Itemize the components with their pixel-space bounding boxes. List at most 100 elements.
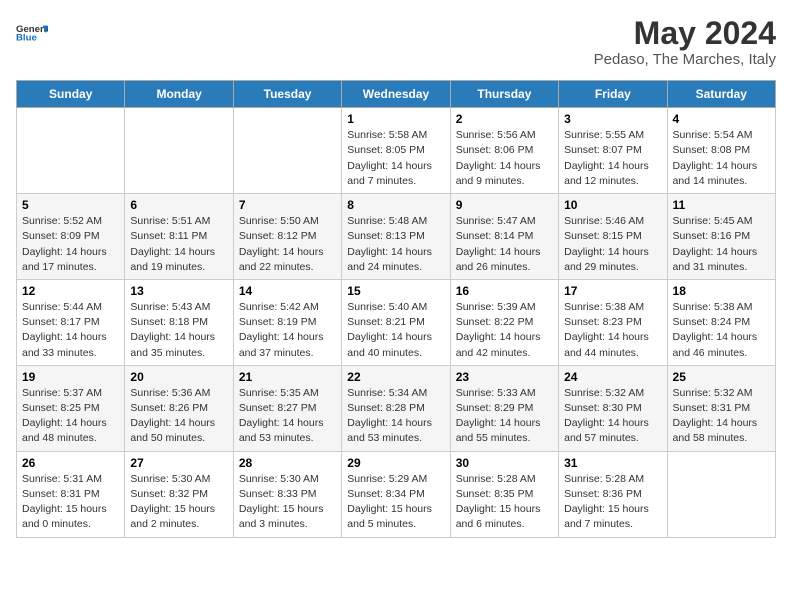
dow-header: Wednesday xyxy=(342,81,450,108)
day-number: 18 xyxy=(673,284,770,298)
day-number: 20 xyxy=(130,370,227,384)
calendar-cell: 29 Sunrise: 5:29 AM Sunset: 8:34 PM Dayli… xyxy=(342,451,450,537)
day-number: 27 xyxy=(130,456,227,470)
day-number: 15 xyxy=(347,284,444,298)
svg-text:Blue: Blue xyxy=(16,33,37,44)
calendar-cell: 12 Sunrise: 5:44 AM Sunset: 8:17 PM Dayli… xyxy=(17,279,125,365)
calendar-table: SundayMondayTuesdayWednesdayThursdayFrid… xyxy=(16,80,776,537)
calendar-cell: 10 Sunrise: 5:46 AM Sunset: 8:15 PM Dayli… xyxy=(559,194,667,280)
calendar-cell: 26 Sunrise: 5:31 AM Sunset: 8:31 PM Dayli… xyxy=(17,451,125,537)
calendar-cell: 11 Sunrise: 5:45 AM Sunset: 8:16 PM Dayli… xyxy=(667,194,775,280)
day-info: Sunrise: 5:47 AM Sunset: 8:14 PM Dayligh… xyxy=(456,214,553,275)
day-info: Sunrise: 5:35 AM Sunset: 8:27 PM Dayligh… xyxy=(239,386,336,447)
calendar-cell: 4 Sunrise: 5:54 AM Sunset: 8:08 PM Daylig… xyxy=(667,108,775,194)
calendar-cell: 1 Sunrise: 5:58 AM Sunset: 8:05 PM Daylig… xyxy=(342,108,450,194)
day-info: Sunrise: 5:45 AM Sunset: 8:16 PM Dayligh… xyxy=(673,214,770,275)
calendar-cell: 19Sunrise: 5:37 AM Sunset: 8:25 PM Dayli… xyxy=(17,365,125,451)
page-header: General Blue May 2024 Pedaso, The Marche… xyxy=(16,16,776,68)
day-number: 22 xyxy=(347,370,444,384)
calendar-cell: 2 Sunrise: 5:56 AM Sunset: 8:06 PM Daylig… xyxy=(450,108,558,194)
day-number: 5 xyxy=(22,198,119,212)
day-info: Sunrise: 5:43 AM Sunset: 8:18 PM Dayligh… xyxy=(130,300,227,361)
day-info: Sunrise: 5:28 AM Sunset: 8:36 PM Dayligh… xyxy=(564,472,661,533)
day-number: 29 xyxy=(347,456,444,470)
day-info: Sunrise: 5:29 AM Sunset: 8:34 PM Dayligh… xyxy=(347,472,444,533)
day-info: Sunrise: 5:30 AM Sunset: 8:33 PM Dayligh… xyxy=(239,472,336,533)
calendar-week: 26 Sunrise: 5:31 AM Sunset: 8:31 PM Dayli… xyxy=(17,451,776,537)
calendar-cell: 21 Sunrise: 5:35 AM Sunset: 8:27 PM Dayli… xyxy=(233,365,341,451)
calendar-cell: 25 Sunrise: 5:32 AM Sunset: 8:31 PM Dayli… xyxy=(667,365,775,451)
day-number: 21 xyxy=(239,370,336,384)
month-title: May 2024 xyxy=(594,16,776,51)
day-info: Sunrise: 5:54 AM Sunset: 8:08 PM Dayligh… xyxy=(673,128,770,189)
calendar-week: 5 Sunrise: 5:52 AM Sunset: 8:09 PM Daylig… xyxy=(17,194,776,280)
logo: General Blue xyxy=(16,16,48,48)
day-number: 2 xyxy=(456,112,553,126)
day-number: 23 xyxy=(456,370,553,384)
calendar-cell: 20 Sunrise: 5:36 AM Sunset: 8:26 PM Dayli… xyxy=(125,365,233,451)
dow-header: Monday xyxy=(125,81,233,108)
dow-header: Friday xyxy=(559,81,667,108)
day-info: Sunrise: 5:28 AM Sunset: 8:35 PM Dayligh… xyxy=(456,472,553,533)
calendar-cell xyxy=(125,108,233,194)
day-info: Sunrise: 5:31 AM Sunset: 8:31 PM Dayligh… xyxy=(22,472,119,533)
title-area: May 2024 Pedaso, The Marches, Italy xyxy=(594,16,776,68)
day-number: 24 xyxy=(564,370,661,384)
calendar-cell xyxy=(233,108,341,194)
dow-header: Tuesday xyxy=(233,81,341,108)
day-info: Sunrise: 5:58 AM Sunset: 8:05 PM Dayligh… xyxy=(347,128,444,189)
dow-header: Thursday xyxy=(450,81,558,108)
day-number: 10 xyxy=(564,198,661,212)
day-info: Sunrise: 5:55 AM Sunset: 8:07 PM Dayligh… xyxy=(564,128,661,189)
calendar-cell: 30Sunrise: 5:28 AM Sunset: 8:35 PM Dayli… xyxy=(450,451,558,537)
day-info: Sunrise: 5:38 AM Sunset: 8:24 PM Dayligh… xyxy=(673,300,770,361)
day-info: Sunrise: 5:36 AM Sunset: 8:26 PM Dayligh… xyxy=(130,386,227,447)
day-number: 13 xyxy=(130,284,227,298)
day-number: 6 xyxy=(130,198,227,212)
day-number: 28 xyxy=(239,456,336,470)
day-number: 4 xyxy=(673,112,770,126)
day-info: Sunrise: 5:33 AM Sunset: 8:29 PM Dayligh… xyxy=(456,386,553,447)
day-number: 14 xyxy=(239,284,336,298)
day-info: Sunrise: 5:52 AM Sunset: 8:09 PM Dayligh… xyxy=(22,214,119,275)
day-info: Sunrise: 5:42 AM Sunset: 8:19 PM Dayligh… xyxy=(239,300,336,361)
calendar-cell xyxy=(17,108,125,194)
day-info: Sunrise: 5:39 AM Sunset: 8:22 PM Dayligh… xyxy=(456,300,553,361)
day-number: 1 xyxy=(347,112,444,126)
day-number: 17 xyxy=(564,284,661,298)
calendar-cell: 22 Sunrise: 5:34 AM Sunset: 8:28 PM Dayli… xyxy=(342,365,450,451)
calendar-cell: 14 Sunrise: 5:42 AM Sunset: 8:19 PM Dayli… xyxy=(233,279,341,365)
day-info: Sunrise: 5:44 AM Sunset: 8:17 PM Dayligh… xyxy=(22,300,119,361)
calendar-cell: 3Sunrise: 5:55 AM Sunset: 8:07 PM Daylig… xyxy=(559,108,667,194)
day-number: 11 xyxy=(673,198,770,212)
day-info: Sunrise: 5:46 AM Sunset: 8:15 PM Dayligh… xyxy=(564,214,661,275)
day-number: 16 xyxy=(456,284,553,298)
dow-header: Sunday xyxy=(17,81,125,108)
day-info: Sunrise: 5:37 AM Sunset: 8:25 PM Dayligh… xyxy=(22,386,119,447)
calendar-week: 1 Sunrise: 5:58 AM Sunset: 8:05 PM Daylig… xyxy=(17,108,776,194)
calendar-cell: 6Sunrise: 5:51 AM Sunset: 8:11 PM Daylig… xyxy=(125,194,233,280)
day-number: 26 xyxy=(22,456,119,470)
day-info: Sunrise: 5:38 AM Sunset: 8:23 PM Dayligh… xyxy=(564,300,661,361)
day-info: Sunrise: 5:32 AM Sunset: 8:30 PM Dayligh… xyxy=(564,386,661,447)
calendar-week: 19Sunrise: 5:37 AM Sunset: 8:25 PM Dayli… xyxy=(17,365,776,451)
calendar-cell: 23 Sunrise: 5:33 AM Sunset: 8:29 PM Dayli… xyxy=(450,365,558,451)
calendar-week: 12 Sunrise: 5:44 AM Sunset: 8:17 PM Dayli… xyxy=(17,279,776,365)
day-number: 31 xyxy=(564,456,661,470)
calendar-cell: 16 Sunrise: 5:39 AM Sunset: 8:22 PM Dayli… xyxy=(450,279,558,365)
day-info: Sunrise: 5:34 AM Sunset: 8:28 PM Dayligh… xyxy=(347,386,444,447)
calendar-cell xyxy=(667,451,775,537)
calendar-cell: 31 Sunrise: 5:28 AM Sunset: 8:36 PM Dayli… xyxy=(559,451,667,537)
calendar-cell: 5 Sunrise: 5:52 AM Sunset: 8:09 PM Daylig… xyxy=(17,194,125,280)
day-info: Sunrise: 5:56 AM Sunset: 8:06 PM Dayligh… xyxy=(456,128,553,189)
calendar-cell: 17 Sunrise: 5:38 AM Sunset: 8:23 PM Dayli… xyxy=(559,279,667,365)
calendar-cell: 15Sunrise: 5:40 AM Sunset: 8:21 PM Dayli… xyxy=(342,279,450,365)
calendar-cell: 18 Sunrise: 5:38 AM Sunset: 8:24 PM Dayli… xyxy=(667,279,775,365)
dow-header: Saturday xyxy=(667,81,775,108)
day-number: 9 xyxy=(456,198,553,212)
day-number: 7 xyxy=(239,198,336,212)
day-number: 25 xyxy=(673,370,770,384)
day-info: Sunrise: 5:32 AM Sunset: 8:31 PM Dayligh… xyxy=(673,386,770,447)
day-number: 12 xyxy=(22,284,119,298)
days-of-week-row: SundayMondayTuesdayWednesdayThursdayFrid… xyxy=(17,81,776,108)
